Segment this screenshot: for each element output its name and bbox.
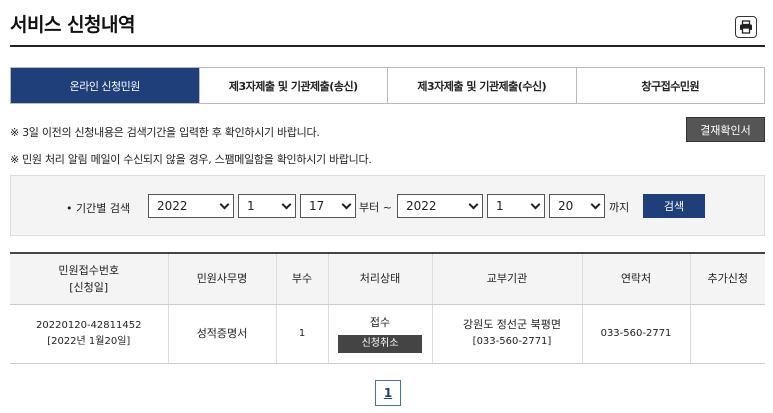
payment-confirmation-button[interactable]: 결재확인서: [686, 117, 765, 142]
header-status: 처리상태: [327, 252, 432, 305]
tab-bar: 온라인 신청민원 제3자제출 및 기관제출(송신) 제3자제출 및 기관제출(수…: [10, 67, 765, 104]
table-row: 20220120-42811452 [2022년 1월20일] 성적증명서 1 …: [10, 304, 765, 364]
from-year-select[interactable]: 2022: [148, 194, 234, 218]
header-copies: 부수: [275, 252, 328, 305]
search-button[interactable]: 검색: [643, 194, 705, 218]
cell-service: 성적증명서: [167, 304, 276, 364]
application-table: 민원접수번호 [신청일] 민원사무명 부수 처리상태 교부기관 연락처 추가신청…: [10, 252, 765, 364]
print-icon: [740, 20, 752, 34]
chevron-down-icon: [341, 199, 352, 210]
header-service: 민원사무명: [167, 252, 276, 305]
cell-agency: 강원도 정선군 북평면 [033-560-2771]: [431, 304, 582, 364]
notice-spam-mail: ※ 민원 처리 알림 메일이 수신되지 않을 경우, 스팸메일함을 확인하시기 …: [10, 153, 372, 166]
cell-extra: [689, 304, 765, 364]
chevron-down-icon: [281, 199, 292, 210]
print-button[interactable]: [735, 16, 757, 38]
tab-third-party-received[interactable]: 제3자제출 및 기관제출(수신): [387, 68, 576, 103]
search-panel: • 기간별 검색 2022 1 17 부터 ~ 2022 1 20 까지 검색: [10, 175, 765, 236]
header-contact: 연락처: [581, 252, 690, 305]
cell-status: 접수 신청취소: [327, 304, 432, 364]
notice-search-period: ※ 3일 이전의 신청내용은 검색기간을 입력한 후 확인하시기 바랍니다.: [10, 126, 320, 139]
header-extra: 추가신청: [689, 252, 765, 305]
tab-third-party-sent[interactable]: 제3자제출 및 기관제출(송신): [198, 68, 388, 103]
title-divider: [10, 45, 765, 47]
chevron-down-icon: [219, 199, 230, 210]
page-number-1[interactable]: 1: [375, 380, 401, 406]
to-suffix: 까지: [609, 201, 630, 214]
chevron-down-icon: [590, 199, 601, 210]
cell-contact: 033-560-2771: [581, 304, 690, 364]
tab-online-applications[interactable]: 온라인 신청민원: [11, 68, 199, 103]
header-agency: 교부기관: [431, 252, 582, 305]
header-receipt-no: 민원접수번호 [신청일]: [10, 252, 168, 305]
to-year-select[interactable]: 2022: [397, 194, 483, 218]
search-label: • 기간별 검색: [66, 202, 131, 215]
table-header-row: 민원접수번호 [신청일] 민원사무명 부수 처리상태 교부기관 연락처 추가신청: [10, 252, 765, 305]
cell-copies: 1: [275, 304, 328, 364]
from-day-select[interactable]: 17: [300, 194, 356, 218]
tab-counter-applications[interactable]: 창구접수민원: [575, 68, 765, 103]
to-month-select[interactable]: 1: [487, 194, 545, 218]
status-text: 접수: [369, 315, 391, 329]
chevron-down-icon: [530, 199, 541, 210]
page-title: 서비스 신청내역: [10, 14, 135, 36]
cancel-application-button[interactable]: 신청취소: [338, 334, 422, 353]
from-month-select[interactable]: 1: [238, 194, 296, 218]
to-day-select[interactable]: 20: [549, 194, 605, 218]
chevron-down-icon: [468, 199, 479, 210]
cell-receipt-no: 20220120-42811452 [2022년 1월20일]: [10, 304, 168, 364]
from-suffix: 부터 ~: [359, 201, 392, 214]
